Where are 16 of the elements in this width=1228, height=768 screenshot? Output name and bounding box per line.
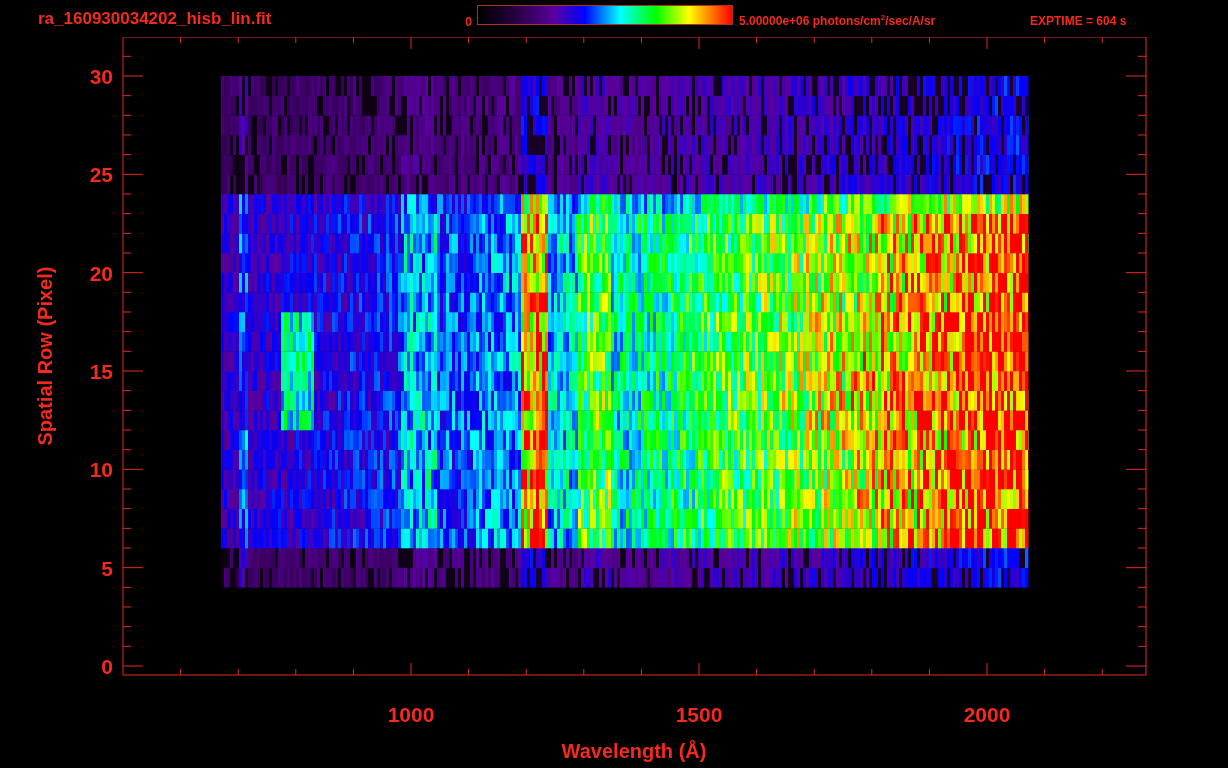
y-tick-label: 15 <box>89 360 113 383</box>
y-tick-label: 30 <box>89 65 113 88</box>
y-tick-label: 20 <box>89 261 113 285</box>
colorbar-min-label: 0 <box>464 14 472 29</box>
y-tick-label: 5 <box>101 556 113 580</box>
x-tick-label: 2000 <box>963 703 1011 726</box>
y-tick-label: 10 <box>89 458 113 482</box>
y-axis-label: Spatial Row (Pixel) <box>34 266 56 446</box>
x-axis-label: Wavelength (Å) <box>561 740 707 762</box>
colorbar-max-label: 5.00000e+06 photons/cm$^{2}$/sec/A/sr <box>739 13 937 28</box>
y-tick-label: 0 <box>101 655 113 678</box>
y-tick-label: 25 <box>89 163 113 187</box>
exposure-time: EXPTIME = 604 s <box>1030 13 1127 28</box>
x-tick-label: 1500 <box>675 703 723 726</box>
plot-title: ra_160930034202_hisb_lin.fit <box>38 8 273 29</box>
x-tick-label: 1000 <box>387 703 435 726</box>
